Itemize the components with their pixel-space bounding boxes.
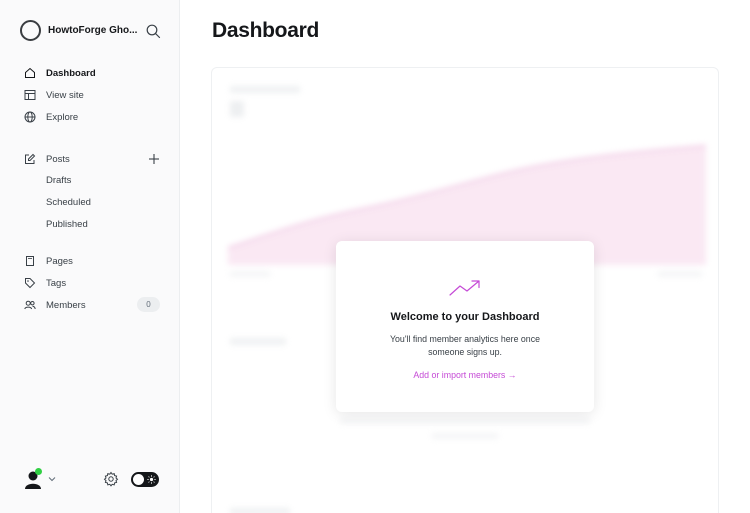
placeholder-axis-label-left bbox=[230, 271, 270, 277]
add-import-members-link[interactable]: Add or import members → bbox=[336, 370, 594, 380]
nav-published[interactable]: Published bbox=[46, 219, 88, 230]
globe-icon bbox=[24, 111, 36, 123]
online-status-dot bbox=[35, 468, 42, 475]
home-icon bbox=[25, 67, 35, 78]
nav-view-site-label: View site bbox=[46, 89, 84, 101]
members-count-badge: 0 bbox=[137, 297, 160, 312]
toggle-knob bbox=[133, 474, 144, 485]
placeholder-section-title bbox=[230, 338, 286, 345]
placeholder-text-line-2 bbox=[432, 433, 498, 439]
nav-pages-label: Pages bbox=[46, 255, 73, 267]
placeholder-axis-label-right bbox=[658, 271, 702, 277]
plus-icon[interactable] bbox=[147, 152, 161, 166]
sun-icon bbox=[147, 475, 156, 484]
placeholder-bottom-title bbox=[230, 508, 290, 513]
nav-explore[interactable]: Explore bbox=[24, 109, 78, 125]
chevron-down-icon[interactable] bbox=[47, 474, 57, 484]
gear-icon[interactable] bbox=[103, 471, 119, 487]
nav-members[interactable]: Members bbox=[24, 297, 86, 313]
nav-drafts[interactable]: Drafts bbox=[46, 175, 71, 186]
welcome-panel: Welcome to your Dashboard You'll find me… bbox=[336, 241, 594, 412]
placeholder-text-line bbox=[340, 418, 590, 424]
members-icon bbox=[24, 300, 36, 310]
nav-dashboard[interactable]: Dashboard bbox=[24, 65, 96, 81]
welcome-text: You'll find member analytics here once s… bbox=[389, 334, 540, 357]
nav-members-label: Members bbox=[46, 299, 86, 311]
site-name: HowtoForge Gho... bbox=[48, 25, 138, 36]
nav-explore-label: Explore bbox=[46, 111, 79, 123]
nav-scheduled[interactable]: Scheduled bbox=[46, 197, 91, 208]
placeholder-big-number-bar bbox=[230, 101, 244, 117]
theme-toggle[interactable] bbox=[131, 472, 159, 487]
welcome-title: Welcome to your Dashboard bbox=[390, 311, 540, 323]
tag-icon bbox=[25, 278, 36, 289]
nav-pages[interactable]: Pages bbox=[24, 253, 73, 269]
nav-posts-label: Posts bbox=[46, 153, 70, 165]
ghost-logo-icon bbox=[20, 20, 41, 41]
search-icon[interactable] bbox=[145, 23, 161, 39]
trending-up-icon bbox=[449, 280, 480, 296]
sidebar: HowtoForge Gho... Dashboard View site Ex… bbox=[0, 0, 180, 513]
nav-posts[interactable]: Posts bbox=[24, 151, 70, 167]
view-site-icon bbox=[24, 90, 36, 100]
page-icon bbox=[26, 256, 34, 266]
nav-view-site[interactable]: View site bbox=[24, 87, 84, 103]
nav-dashboard-label: Dashboard bbox=[46, 67, 96, 79]
page-title: Dashboard bbox=[212, 19, 319, 42]
edit-icon bbox=[25, 153, 36, 164]
nav-tags-label: Tags bbox=[46, 277, 67, 289]
brand[interactable]: HowtoForge Gho... bbox=[20, 20, 137, 41]
placeholder-label-bar bbox=[230, 86, 300, 93]
nav-tags[interactable]: Tags bbox=[24, 275, 66, 291]
